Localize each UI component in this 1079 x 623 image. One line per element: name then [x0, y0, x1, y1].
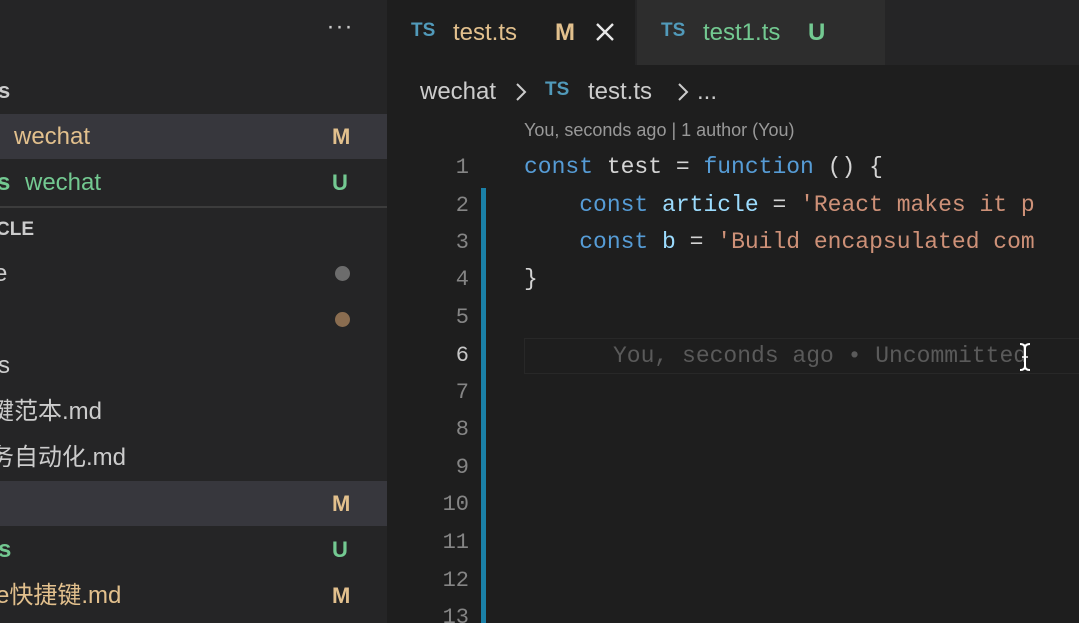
list-item[interactable] — [0, 297, 387, 342]
typescript-icon: TS — [545, 79, 570, 100]
typescript-icon: TS — [661, 20, 686, 41]
string-token: 'React makes it p — [800, 192, 1035, 218]
code-editor[interactable]: You, seconds ago | 1 author (You) 1 2 3 … — [387, 116, 1079, 623]
git-status-badge: M — [332, 583, 351, 608]
list-item[interactable]: s U — [0, 527, 387, 572]
changed-file-item[interactable]: wechat M — [0, 114, 387, 159]
tab-test-ts[interactable]: TS test.ts M — [387, 0, 635, 65]
git-status-badge: U — [332, 170, 348, 195]
line-number: 8 — [455, 417, 469, 442]
sidebar-item-label: e — [0, 260, 8, 287]
line-number: 11 — [442, 530, 469, 555]
list-item[interactable]: M — [0, 481, 387, 526]
tab-label: test1.ts — [703, 19, 781, 46]
git-status-badge: U — [332, 537, 348, 562]
sidebar-item-label: s — [0, 352, 10, 379]
list-item[interactable]: s — [0, 343, 387, 388]
line-number: 13 — [442, 605, 469, 623]
punctuation-token: () { — [813, 154, 883, 180]
git-status-badge: U — [808, 19, 826, 46]
typescript-icon: TS — [411, 20, 436, 41]
sidebar-item-label: wechat — [14, 123, 91, 150]
section-title: CLE — [0, 219, 34, 240]
chevron-right-icon — [678, 83, 689, 101]
git-status-badge: M — [332, 491, 351, 516]
sidebar-item-prefix: s — [0, 169, 11, 196]
list-item[interactable]: e快捷键.md M — [0, 573, 387, 618]
list-item[interactable]: 务自动化.md — [0, 435, 387, 480]
sidebar-item-label: e快捷键.md — [0, 582, 122, 609]
code-line[interactable]: const b = 'Build encapsulated com — [524, 224, 1035, 261]
git-status-badge: M — [332, 124, 351, 149]
more-actions-icon[interactable]: ··· — [322, 12, 358, 48]
inline-blame: You, seconds ago • Uncommitted — [613, 343, 1028, 369]
breadcrumb-folder[interactable]: wechat — [420, 68, 496, 116]
line-number: 5 — [455, 305, 469, 330]
editor-tab-bar: TS test.ts M TS test1.ts U — [387, 0, 1079, 65]
code-line[interactable]: const test = function () { — [524, 149, 883, 186]
punctuation-token: } — [524, 266, 538, 292]
sidebar-section-header[interactable]: s — [0, 68, 387, 113]
sidebar-section-header[interactable]: CLE — [0, 207, 387, 252]
line-number-current: 6 — [455, 343, 469, 368]
line-number: 3 — [455, 230, 469, 255]
code-line[interactable]: } — [524, 261, 538, 298]
status-dot — [335, 312, 350, 327]
list-item[interactable]: 键范本.md — [0, 389, 387, 434]
string-token: 'Build encapsulated com — [717, 229, 1035, 255]
keyword-token: const — [579, 229, 649, 255]
identifier-token: test = — [593, 154, 704, 180]
status-dot — [335, 266, 350, 281]
sidebar-item-label: s — [0, 536, 12, 563]
chevron-right-icon — [516, 83, 527, 101]
text-cursor-icon — [1019, 343, 1031, 371]
operator-token: = — [758, 192, 801, 218]
breadcrumb: wechat TS test.ts ... — [387, 68, 1079, 116]
keyword-token: const — [524, 154, 594, 180]
git-status-badge: M — [555, 19, 575, 46]
sidebar-item-label: s — [0, 78, 11, 103]
variable-token: b — [648, 229, 676, 255]
sidebar-item-label: wechat — [25, 169, 102, 196]
tab-label: test.ts — [453, 19, 518, 46]
keyword-token: const — [579, 192, 649, 218]
changed-file-item[interactable]: s wechat U — [0, 160, 387, 205]
variable-token: article — [648, 192, 759, 218]
sidebar-item-label: 键范本.md — [0, 398, 103, 425]
tab-test1-ts[interactable]: TS test1.ts U — [637, 0, 885, 65]
breadcrumb-more[interactable]: ... — [697, 68, 717, 116]
close-icon[interactable] — [595, 22, 615, 42]
line-number: 4 — [455, 267, 469, 292]
explorer-sidebar: ··· s wechat M s wechat U CLE e s 键范本.md… — [0, 0, 387, 623]
line-number: 10 — [442, 492, 469, 517]
line-number: 9 — [455, 455, 469, 480]
line-number: 7 — [455, 380, 469, 405]
code-line[interactable]: const article = 'React makes it p — [524, 187, 1035, 224]
list-item[interactable]: e — [0, 251, 387, 296]
git-added-gutter — [481, 188, 486, 623]
operator-token: = — [675, 229, 718, 255]
codelens-blame[interactable]: You, seconds ago | 1 author (You) — [524, 120, 795, 141]
line-number: 1 — [455, 155, 469, 180]
breadcrumb-file[interactable]: test.ts — [588, 68, 652, 116]
line-number: 12 — [442, 568, 469, 593]
line-number: 2 — [455, 193, 469, 218]
sidebar-item-label: 务自动化.md — [0, 444, 127, 471]
keyword-token: function — [703, 154, 814, 180]
